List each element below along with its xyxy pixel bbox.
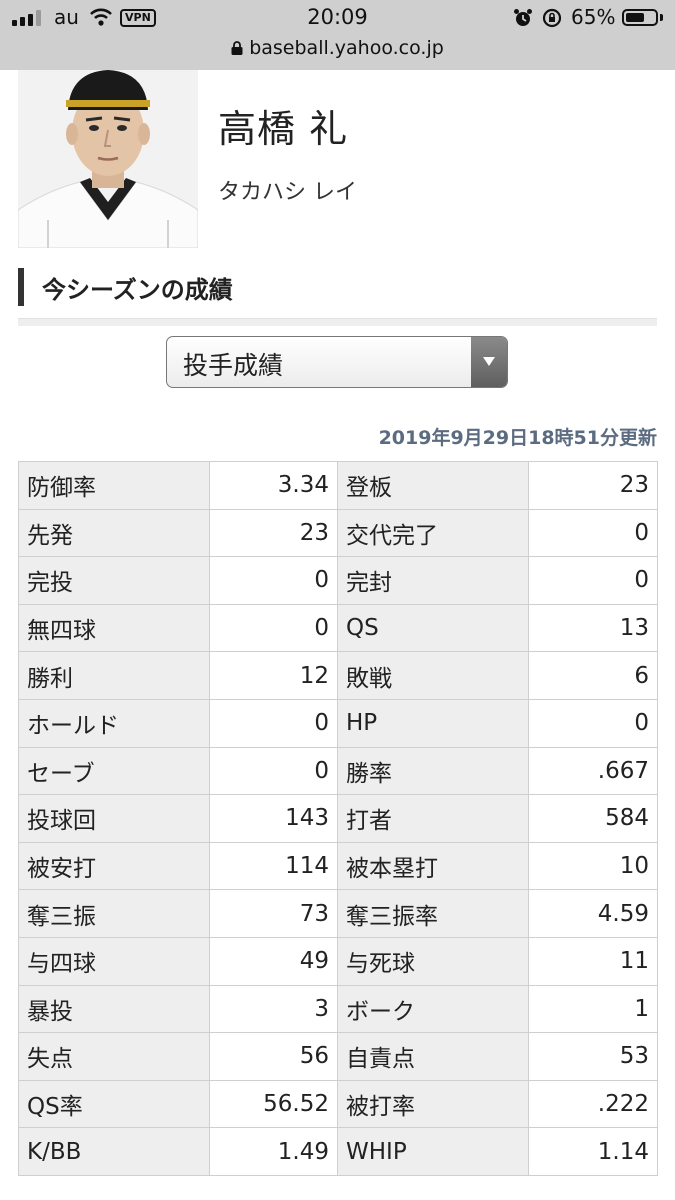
stat-value: 0 [528, 556, 658, 605]
stat-value: 1.49 [209, 1127, 338, 1176]
address-bar[interactable]: baseball.yahoo.co.jp [0, 37, 675, 59]
stat-value: 0 [209, 746, 338, 796]
table-row: 防御率 3.34 登板 23 [18, 461, 658, 510]
stat-value: 23 [528, 461, 658, 510]
table-row: 暴投 3 ボーク 1 [18, 984, 658, 1034]
url-text: baseball.yahoo.co.jp [249, 37, 444, 59]
stat-value: .667 [528, 746, 658, 796]
stats-type-selected-value: 投手成績 [183, 351, 284, 380]
section-marker [18, 268, 24, 306]
stat-label: 交代完了 [337, 508, 529, 558]
stat-value: 3.34 [209, 461, 338, 510]
stat-value: 1 [528, 984, 658, 1034]
battery-percent: 65% [571, 5, 616, 29]
stats-type-select[interactable]: 投手成績 [166, 336, 508, 388]
stat-label: 与死球 [337, 936, 529, 986]
stat-value: 0 [209, 603, 338, 653]
table-row: K/BB 1.49 WHIP 1.14 [18, 1127, 658, 1176]
stat-value: 1.14 [528, 1127, 658, 1176]
alarm-icon [514, 9, 532, 26]
stat-value: 73 [209, 889, 338, 938]
table-row: セーブ 0 勝率 .667 [18, 746, 658, 796]
stat-label: 完封 [337, 556, 529, 605]
stat-value: 23 [209, 508, 338, 558]
table-row: 奪三振 73 奪三振率 4.59 [18, 889, 658, 938]
stat-value: 11 [528, 936, 658, 986]
battery-nub [660, 14, 663, 21]
stat-label: HP [337, 698, 529, 748]
last-updated: 2019年9月29日18時51分更新 [378, 427, 657, 449]
player-name-kana: タカハシ レイ [218, 180, 357, 205]
table-row: ホールド 0 HP 0 [18, 698, 658, 748]
battery-level [626, 13, 645, 22]
stat-label: 防御率 [18, 461, 210, 510]
stat-label: 被本塁打 [337, 841, 529, 891]
stat-value: 0 [209, 556, 338, 605]
stat-value: 3 [209, 984, 338, 1034]
stat-label: 敗戦 [337, 651, 529, 700]
dropdown-arrow-icon[interactable] [471, 337, 507, 387]
stat-label: 被打率 [337, 1079, 529, 1129]
rotation-lock-icon [542, 8, 562, 28]
battery-icon [622, 9, 658, 26]
stat-label: 勝利 [18, 651, 210, 700]
pitching-stats-table: 防御率 3.34 登板 23 先発 23 交代完了 0 完投 0 完封 0 無四球 0 QS 13 勝利 12 敗戦… [18, 461, 658, 1176]
table-row: 無四球 0 QS 13 [18, 603, 658, 653]
table-row: 失点 56 自責点 53 [18, 1032, 658, 1081]
stat-label: 投球回 [18, 794, 210, 843]
player-photo [18, 70, 198, 248]
stat-label: 失点 [18, 1032, 210, 1081]
stat-value: 114 [209, 841, 338, 891]
stat-label: 先発 [18, 508, 210, 558]
table-row: 先発 23 交代完了 0 [18, 508, 658, 558]
table-row: 勝利 12 敗戦 6 [18, 651, 658, 700]
table-row: 投球回 143 打者 584 [18, 794, 658, 843]
stat-label: 与四球 [18, 936, 210, 986]
stat-value: 0 [209, 698, 338, 748]
player-portrait-image [18, 70, 198, 248]
stat-value: 0 [528, 698, 658, 748]
stat-value: 4.59 [528, 889, 658, 938]
stat-value: 0 [528, 508, 658, 558]
stat-label: 打者 [337, 794, 529, 843]
table-row: 完投 0 完封 0 [18, 556, 658, 605]
stat-label: K/BB [18, 1127, 210, 1176]
section-divider [18, 318, 657, 326]
table-row: 与四球 49 与死球 11 [18, 936, 658, 986]
stat-value: 10 [528, 841, 658, 891]
lock-icon [231, 41, 243, 55]
section-title: 今シーズンの成績 [42, 276, 233, 304]
stats-table-body: 防御率 3.34 登板 23 先発 23 交代完了 0 完投 0 完封 0 無四球 0 QS 13 勝利 12 敗戦… [18, 461, 658, 1176]
stat-label: 完投 [18, 556, 210, 605]
stat-label: ホールド [18, 698, 210, 748]
stat-value: 56.52 [209, 1079, 338, 1129]
stat-value: 6 [528, 651, 658, 700]
triangle-down-icon [483, 357, 495, 366]
stat-value: 49 [209, 936, 338, 986]
stat-value: 143 [209, 794, 338, 843]
stat-label: ボーク [337, 984, 529, 1034]
table-row: 被安打 114 被本塁打 10 [18, 841, 658, 891]
stat-label: 被安打 [18, 841, 210, 891]
stat-label: セーブ [18, 746, 210, 796]
stat-value: 13 [528, 603, 658, 653]
stat-label: 奪三振 [18, 889, 210, 938]
stat-label: 登板 [337, 461, 529, 510]
status-bar: au VPN 20:09 65% baseball.yahoo.co.jp [0, 0, 675, 70]
stat-label: 勝率 [337, 746, 529, 796]
stat-value: 12 [209, 651, 338, 700]
stat-label: 暴投 [18, 984, 210, 1034]
stat-label: QS率 [18, 1079, 210, 1129]
stat-label: QS [337, 603, 529, 653]
stat-label: 奪三振率 [337, 889, 529, 938]
player-name: 高橋 礼 [218, 107, 349, 151]
stat-value: 584 [528, 794, 658, 843]
stat-label: 自責点 [337, 1032, 529, 1081]
stat-value: 53 [528, 1032, 658, 1081]
stat-value: .222 [528, 1079, 658, 1129]
stat-label: 無四球 [18, 603, 210, 653]
table-row: QS率 56.52 被打率 .222 [18, 1079, 658, 1129]
stat-value: 56 [209, 1032, 338, 1081]
stat-label: WHIP [337, 1127, 529, 1176]
